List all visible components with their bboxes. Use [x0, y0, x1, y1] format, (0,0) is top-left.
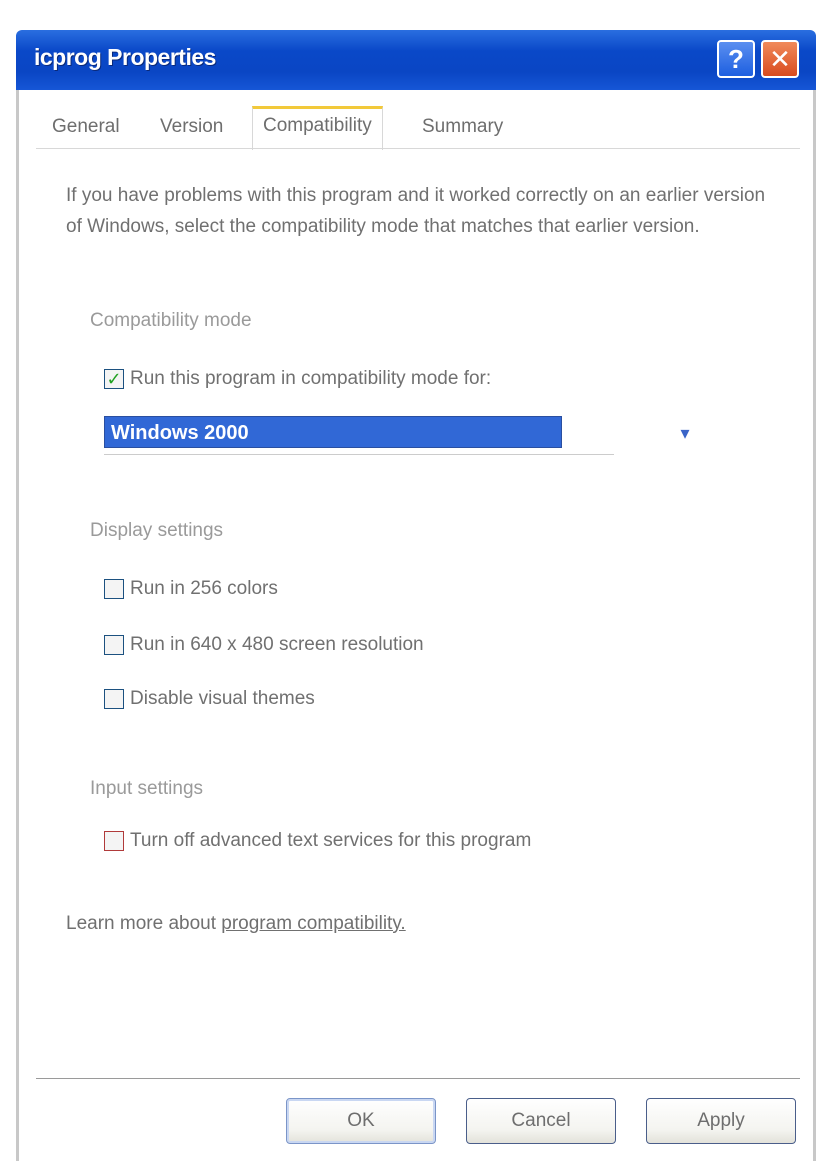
tab-version[interactable]: Version — [160, 116, 223, 138]
os-version-selected[interactable]: Windows 2000 — [104, 416, 562, 448]
properties-dialog: icprog Properties ? ✕ General Version Co… — [0, 0, 821, 1161]
ok-button[interactable]: OK — [286, 1098, 436, 1144]
input-settings-group-label: Input settings — [90, 778, 204, 799]
option-256-colors[interactable]: Run in 256 colors — [104, 578, 278, 600]
option-disable-visual-themes[interactable]: Disable visual themes — [104, 688, 315, 710]
tab-summary[interactable]: Summary — [422, 116, 503, 138]
checkbox-640x480[interactable] — [104, 635, 124, 655]
tab-strip: General Version Compatibility Summary — [40, 100, 800, 152]
option-640x480[interactable]: Run in 640 x 480 screen resolution — [104, 634, 424, 656]
close-icon: ✕ — [769, 43, 791, 74]
label-640x480: Run in 640 x 480 screen resolution — [130, 634, 424, 655]
help-button[interactable]: ? — [717, 40, 755, 78]
chevron-down-icon[interactable]: ▾ — [670, 420, 700, 446]
compatibility-mode-group-label: Compatibility mode — [90, 310, 252, 331]
footer-divider — [36, 1078, 800, 1079]
compatibility-mode-label: Run this program in compatibility mode f… — [130, 368, 492, 389]
help-icon: ? — [728, 43, 744, 74]
label-disable-visual-themes: Disable visual themes — [130, 688, 315, 709]
tab-general[interactable]: General — [52, 116, 120, 138]
display-settings-group-label: Display settings — [90, 520, 224, 541]
program-compatibility-link[interactable]: program compatibility. — [221, 913, 405, 934]
label-advanced-text-services: Turn off advanced text services for this… — [130, 830, 532, 851]
compatibility-mode-checkbox[interactable]: ✓ — [104, 369, 124, 389]
label-256-colors: Run in 256 colors — [130, 578, 278, 599]
tab-compatibility[interactable]: Compatibility — [252, 106, 383, 150]
option-advanced-text-services[interactable]: Turn off advanced text services for this… — [104, 830, 531, 852]
compatibility-mode-row[interactable]: ✓ Run this program in compatibility mode… — [104, 368, 491, 390]
learn-more-prefix: Learn more about — [66, 913, 222, 934]
checkbox-disable-visual-themes[interactable] — [104, 689, 124, 709]
compatibility-description: If you have problems with this program a… — [66, 185, 766, 237]
os-version-dropdown[interactable]: Windows 2000 ▾ — [104, 414, 690, 455]
learn-more-text: Learn more about program compatibility. — [66, 913, 406, 935]
checkbox-256-colors[interactable] — [104, 579, 124, 599]
close-button[interactable]: ✕ — [761, 40, 799, 78]
window-title: icprog Properties — [34, 44, 216, 70]
check-mark-icon: ✓ — [106, 368, 122, 389]
apply-button[interactable]: Apply — [646, 1098, 796, 1144]
window-frame-right — [813, 90, 816, 1161]
title-bar[interactable]: icprog Properties ? ✕ — [16, 30, 816, 90]
tab-divider — [36, 148, 800, 149]
cancel-button[interactable]: Cancel — [466, 1098, 616, 1144]
checkbox-advanced-text-services[interactable] — [104, 831, 124, 851]
window-frame-left — [16, 90, 19, 1161]
